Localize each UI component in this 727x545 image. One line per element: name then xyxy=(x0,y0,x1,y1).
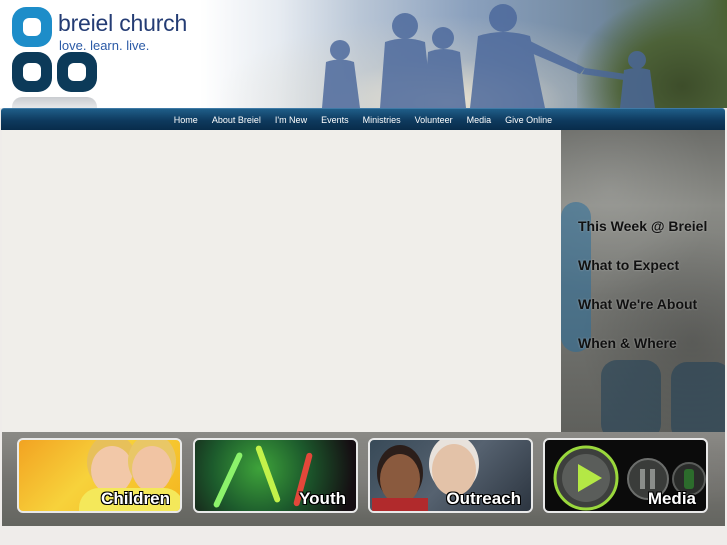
sidebar-watermark-block xyxy=(601,360,661,432)
nav-volunteer[interactable]: Volunteer xyxy=(415,115,453,125)
sidebar-link-what-to-expect[interactable]: What to Expect xyxy=(578,257,679,273)
site-header: breiel church love. learn. live. xyxy=(0,0,727,108)
church-name: breiel church xyxy=(58,10,188,36)
logo-reflection xyxy=(12,97,97,108)
logo-block-bl-hole xyxy=(23,63,41,81)
tile-media-label: Media xyxy=(647,489,696,508)
tile-youth[interactable]: Youth xyxy=(193,438,358,513)
glowstick xyxy=(212,451,244,509)
glowstick xyxy=(254,444,282,504)
nav-ministries[interactable]: Ministries xyxy=(363,115,401,125)
tile-outreach-label: Outreach xyxy=(446,489,521,508)
nav-im-new[interactable]: I'm New xyxy=(275,115,307,125)
tile-youth-label: Youth xyxy=(299,489,346,508)
tile-media[interactable]: Media xyxy=(543,438,708,513)
main-content-area xyxy=(2,130,561,432)
main-nav: Home About Breiel I'm New Events Ministr… xyxy=(1,108,725,130)
feature-band: Children Youth Outreach Media xyxy=(2,432,725,526)
outreach-face-left xyxy=(380,454,420,504)
nav-give-online[interactable]: Give Online xyxy=(505,115,552,125)
child-face-right xyxy=(132,446,172,492)
outreach-shirt-left xyxy=(372,498,428,511)
sidebar-watermark-block xyxy=(671,362,725,432)
logo-block-br-hole xyxy=(68,63,86,81)
sidebar-link-when-where[interactable]: When & Where xyxy=(578,335,677,351)
tile-children-label: Children xyxy=(101,489,170,508)
sidebar-link-what-were-about[interactable]: What We're About xyxy=(578,296,697,312)
sidebar: This Week @ Breiel What to Expect What W… xyxy=(561,130,725,432)
church-tagline: love. learn. live. xyxy=(59,38,150,53)
sidebar-link-this-week[interactable]: This Week @ Breiel xyxy=(578,218,707,234)
child-face-left xyxy=(91,446,133,494)
nav-events[interactable]: Events xyxy=(321,115,349,125)
nav-about-breiel[interactable]: About Breiel xyxy=(212,115,261,125)
nav-media[interactable]: Media xyxy=(467,115,492,125)
logo-block-top-hole xyxy=(23,18,41,36)
play-icon xyxy=(553,445,619,511)
tile-outreach[interactable]: Outreach xyxy=(368,438,533,513)
nav-home[interactable]: Home xyxy=(174,115,198,125)
tile-children[interactable]: Children xyxy=(17,438,182,513)
